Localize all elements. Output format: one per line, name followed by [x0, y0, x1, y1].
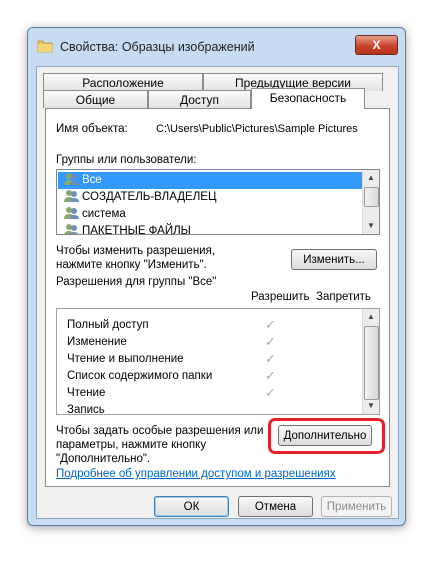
- groups-label: Группы или пользователи:: [56, 154, 197, 166]
- dialog-client: Расположение Предыдущие версии Общие Дос…: [36, 66, 399, 519]
- perm-read: Чтение: [67, 387, 106, 399]
- scroll-thumb[interactable]: [364, 187, 379, 207]
- cancel-button[interactable]: Отмена: [238, 496, 313, 517]
- groups-list: Все СОЗДАТЕЛЬ-ВЛАДЕЛЕЦ система ПАКЕТНЫЕ …: [56, 169, 380, 235]
- groups-scrollbar[interactable]: ▲ ▼: [362, 170, 379, 234]
- security-panel: Имя объекта: C:\Users\Public\Pictures\Sa…: [45, 108, 390, 487]
- object-name-value: C:\Users\Public\Pictures\Sample Pictures: [156, 123, 358, 135]
- title-bar: Свойства: Образцы изображений X: [28, 28, 405, 66]
- users-icon: [64, 173, 79, 185]
- edit-button[interactable]: Изменить...: [291, 249, 377, 270]
- group-item-creator-owner[interactable]: СОЗДАТЕЛЬ-ВЛАДЕЛЕЦ: [58, 189, 216, 206]
- apply-button[interactable]: Применить: [321, 496, 392, 517]
- folder-icon: [37, 40, 53, 53]
- permissions-title: Разрешения для группы "Все": [56, 276, 217, 288]
- allow-check-icon: ✓: [265, 334, 276, 349]
- perm-read-execute: Чтение и выполнение: [67, 353, 184, 365]
- allow-header: Разрешить: [251, 291, 310, 303]
- users-icon: [64, 190, 79, 202]
- deny-header: Запретить: [316, 291, 371, 303]
- permissions-list: Полный доступ Изменение Чтение и выполне…: [56, 308, 380, 415]
- window-title: Свойства: Образцы изображений: [60, 40, 255, 54]
- group-item-everyone[interactable]: Все: [58, 172, 362, 189]
- advanced-button[interactable]: Дополнительно: [278, 425, 372, 446]
- tab-security[interactable]: Безопасность: [251, 88, 365, 109]
- perm-full-control: Полный доступ: [67, 319, 149, 331]
- scroll-down-icon[interactable]: ▼: [363, 218, 379, 234]
- advanced-hint-3: "Дополнительно".: [56, 453, 151, 465]
- group-item-label: СОЗДАТЕЛЬ-ВЛАДЕЛЕЦ: [82, 191, 217, 203]
- scroll-thumb[interactable]: [364, 326, 379, 400]
- perm-modify: Изменение: [67, 336, 127, 348]
- properties-dialog: Свойства: Образцы изображений X Располож…: [27, 27, 406, 526]
- scroll-up-icon[interactable]: ▲: [363, 170, 379, 186]
- perm-list-folder: Список содержимого папки: [67, 370, 213, 382]
- change-hint-2: нажмите кнопку "Изменить".: [56, 259, 207, 271]
- allow-check-icon: ✓: [265, 368, 276, 383]
- help-link[interactable]: Подробнее об управлении доступом и разре…: [56, 468, 336, 480]
- permissions-scrollbar[interactable]: ▲ ▼: [362, 309, 379, 414]
- allow-check-icon: ✓: [265, 385, 276, 400]
- scroll-up-icon[interactable]: ▲: [363, 309, 379, 325]
- tab-location[interactable]: Расположение: [43, 73, 203, 91]
- scroll-down-icon[interactable]: ▼: [363, 398, 379, 414]
- group-item-label: Все: [82, 174, 102, 186]
- allow-check-icon: ✓: [265, 351, 276, 366]
- close-button[interactable]: X: [355, 35, 398, 55]
- ok-button[interactable]: ОК: [154, 496, 229, 517]
- group-item-system[interactable]: система: [58, 206, 126, 223]
- tab-sharing[interactable]: Доступ: [148, 90, 251, 108]
- group-item-label: ПАКЕТНЫЕ ФАЙЛЫ: [82, 225, 191, 235]
- advanced-hint-2: параметры, нажмите кнопку: [56, 439, 207, 451]
- group-item-label: система: [82, 208, 126, 220]
- group-item-batch[interactable]: ПАКЕТНЫЕ ФАЙЛЫ: [58, 223, 191, 235]
- object-name-label: Имя объекта:: [56, 123, 128, 135]
- users-icon: [64, 224, 79, 234]
- change-hint-1: Чтобы изменить разрешения,: [56, 245, 216, 257]
- perm-write: Запись: [67, 404, 105, 415]
- users-icon: [64, 207, 79, 219]
- allow-check-icon: ✓: [265, 317, 276, 332]
- tab-general[interactable]: Общие: [43, 90, 148, 108]
- advanced-hint-1: Чтобы задать особые разрешения или: [56, 425, 264, 437]
